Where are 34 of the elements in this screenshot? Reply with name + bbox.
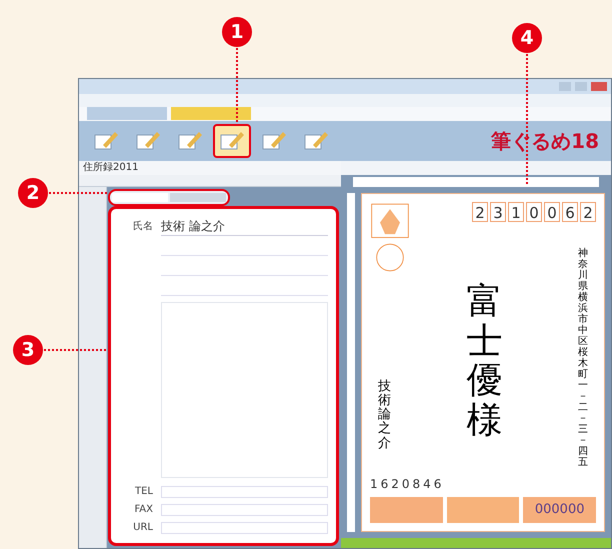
input-field[interactable] <box>161 504 328 516</box>
input-field[interactable] <box>161 486 328 498</box>
form-tab[interactable] <box>170 193 226 202</box>
postal-digit: 3 <box>490 202 506 222</box>
postal-digit: 1 <box>508 202 524 222</box>
field-label: TEL <box>134 485 153 499</box>
callout-number: 4 <box>512 23 542 53</box>
recipient-name: 富士優様 <box>466 282 502 443</box>
input-field[interactable] <box>161 522 328 534</box>
sender-postal-code: 1620846 <box>370 476 444 493</box>
maximize-icon[interactable] <box>575 82 587 91</box>
leader-line <box>44 349 106 351</box>
postal-digit: 0 <box>526 202 542 222</box>
memo-area[interactable] <box>161 302 328 478</box>
postal-digit: 2 <box>580 202 596 222</box>
callout-number: 3 <box>13 335 43 365</box>
panel-title: 住所録2011 <box>82 161 140 175</box>
field-label: 氏名 <box>132 220 153 234</box>
postal-digit: 2 <box>472 202 488 222</box>
name-field[interactable]: 技術 論之介 <box>161 217 328 236</box>
recipient-address: 神奈川県横浜市中区桜木町一－二－三－四五 <box>578 248 588 470</box>
sender-name: 技術論之介 <box>378 380 391 451</box>
callout-number: 1 <box>222 17 252 47</box>
toolbar-button[interactable] <box>213 124 251 158</box>
postal-digit: 0 <box>544 202 560 222</box>
close-icon[interactable] <box>591 82 607 91</box>
lottery-number: 000000 <box>523 497 596 523</box>
minimize-icon[interactable] <box>559 82 571 91</box>
leader-line <box>49 192 107 194</box>
field-label: URL <box>132 521 153 535</box>
callout-number: 2 <box>18 178 48 208</box>
postal-digit: 6 <box>562 202 578 222</box>
form-tab[interactable] <box>112 193 168 202</box>
field-label: FAX <box>133 503 153 517</box>
